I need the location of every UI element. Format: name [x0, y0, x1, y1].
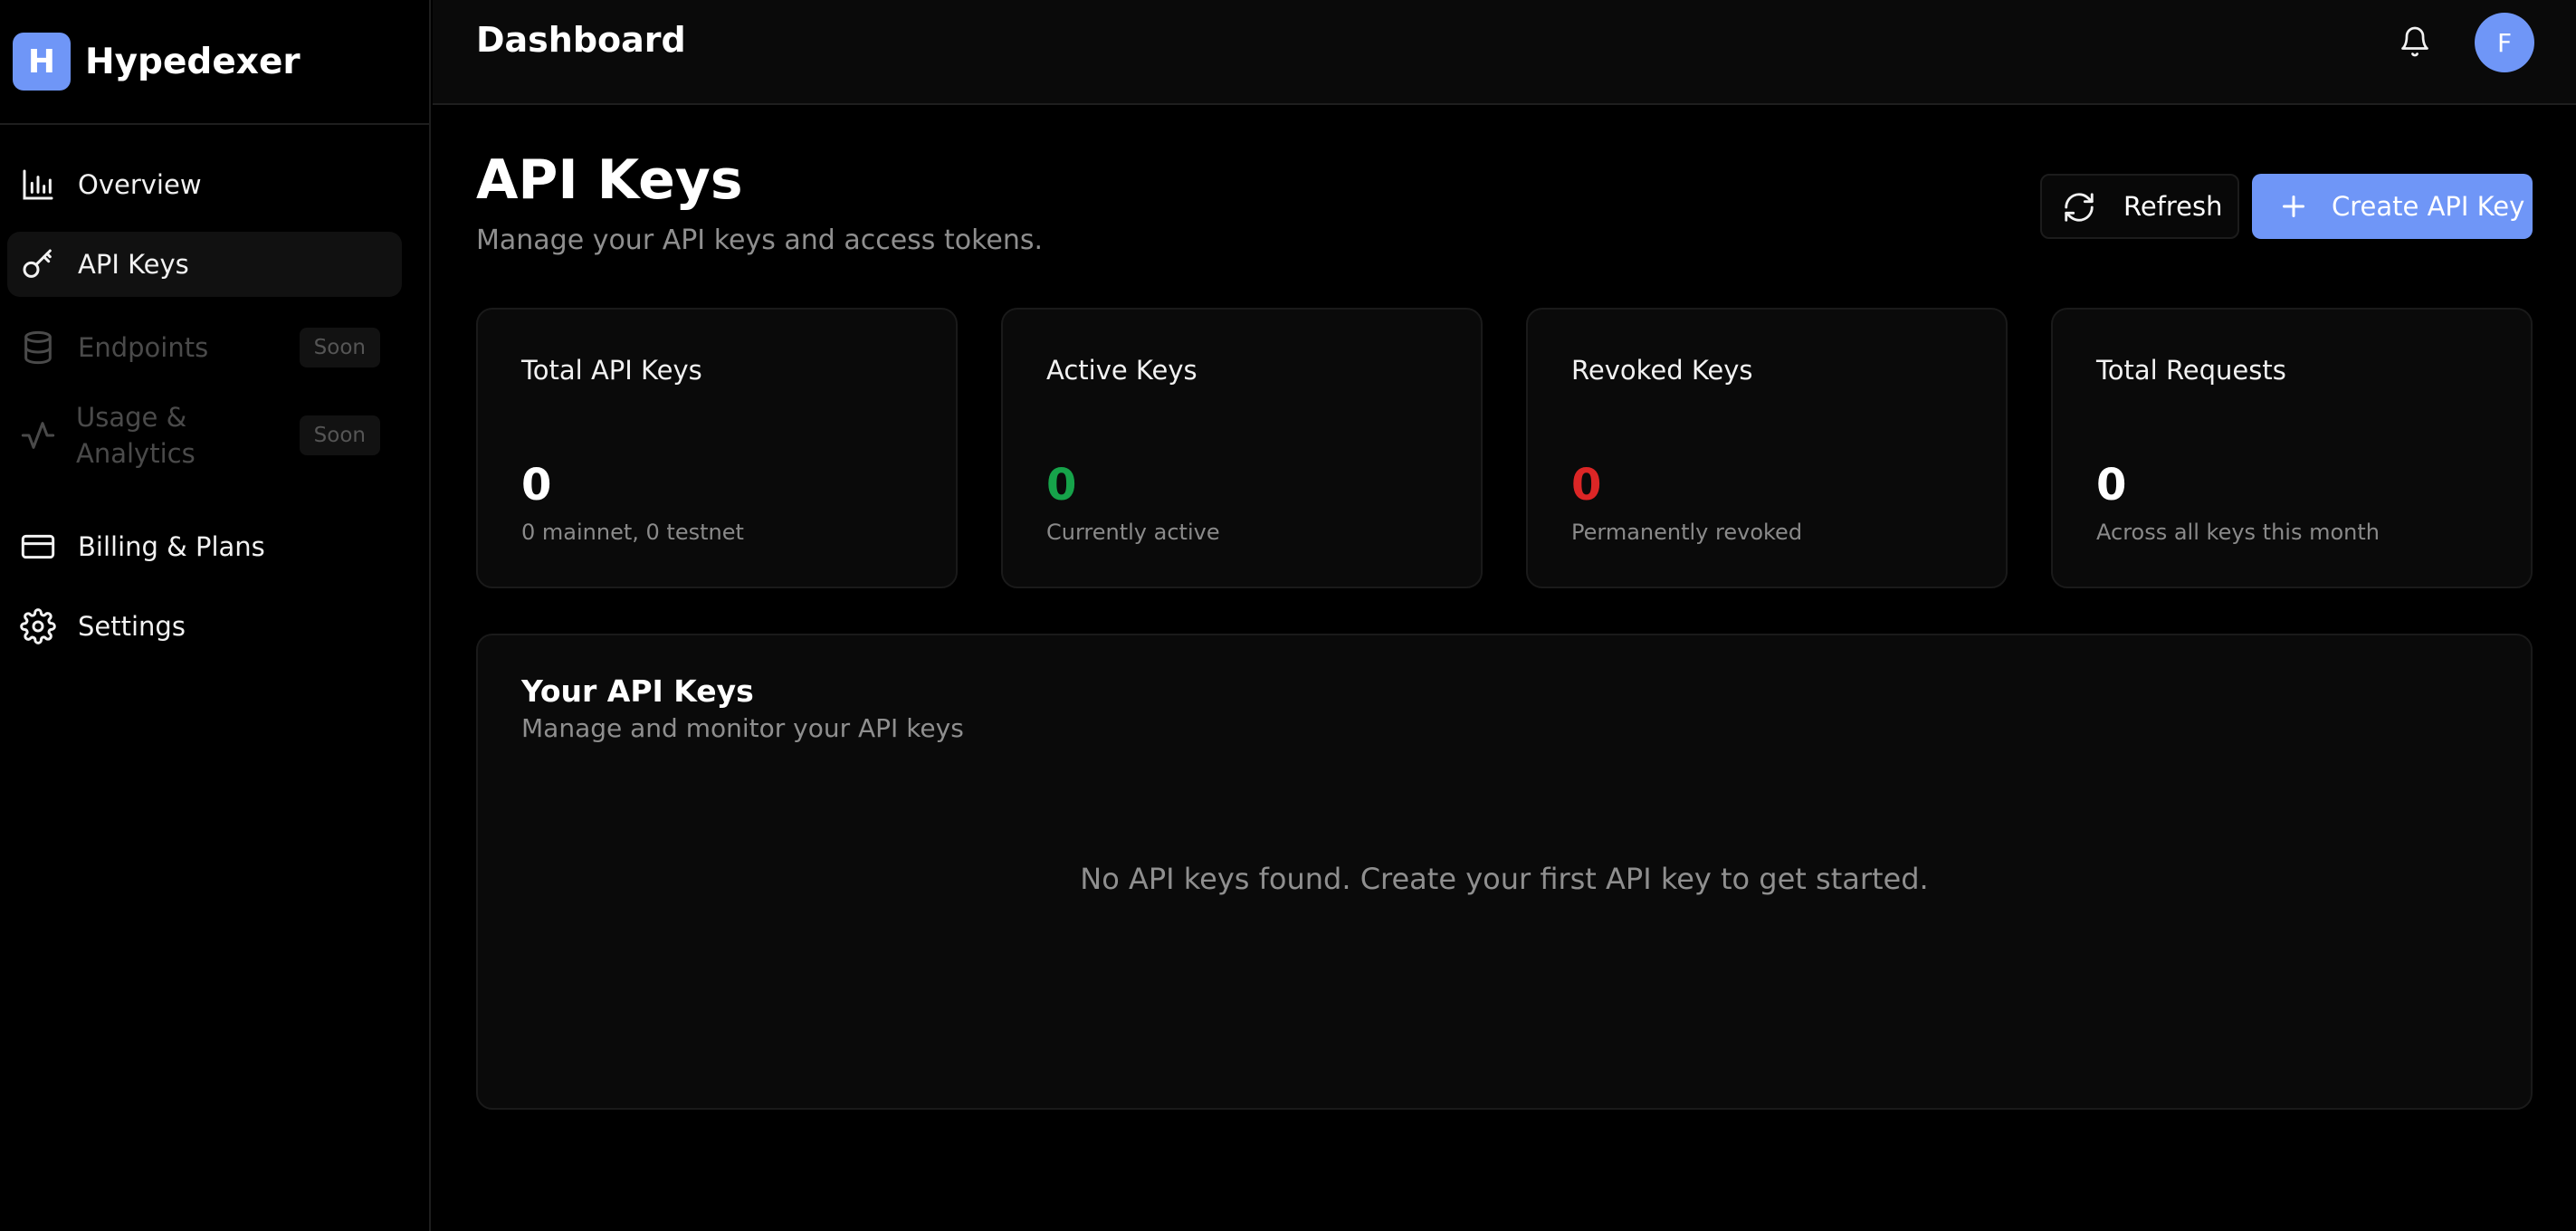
app-root: H Hypedexer Overview API Keys Endpoints …: [0, 0, 2576, 1231]
plus-icon: [2277, 190, 2310, 223]
api-keys-card-subtitle: Manage and monitor your API keys: [521, 713, 964, 743]
stat-card-total-requests: Total Requests 0 Across all keys this mo…: [2051, 308, 2533, 588]
credit-card-icon: [20, 529, 56, 565]
stat-note: Across all keys this month: [2096, 520, 2380, 545]
sidebar-item-label: Endpoints: [78, 332, 209, 363]
stat-card-revoked-keys: Revoked Keys 0 Permanently revoked: [1526, 308, 2008, 588]
stat-note: Currently active: [1046, 520, 1220, 545]
refresh-button[interactable]: Refresh: [2040, 174, 2239, 239]
bar-chart-icon: [20, 167, 56, 203]
label-line-1: Usage &: [76, 402, 187, 433]
stat-card-active-keys: Active Keys 0 Currently active: [1001, 308, 1483, 588]
stat-title: Revoked Keys: [1571, 355, 1753, 386]
database-icon: [20, 329, 56, 366]
sidebar-item-label: Billing & Plans: [78, 531, 265, 562]
gear-icon: [20, 608, 56, 644]
stat-value: 0: [1046, 460, 1077, 511]
soon-badge: Soon: [299, 415, 380, 455]
page-title: API Keys: [476, 148, 743, 212]
avatar[interactable]: F: [2475, 13, 2534, 72]
stat-title: Total API Keys: [521, 355, 702, 386]
stat-note: 0 mainnet, 0 testnet: [521, 520, 744, 545]
activity-icon: [20, 417, 56, 453]
stat-value: 0: [2096, 460, 2127, 511]
stat-title: Active Keys: [1046, 355, 1197, 386]
sidebar-item-endpoints: Endpoints Soon: [7, 315, 402, 380]
label-line-2: Analytics: [76, 438, 196, 469]
bell-icon[interactable]: [2399, 25, 2431, 58]
stat-note: Permanently revoked: [1571, 520, 1803, 545]
empty-state-message: No API keys found. Create your first API…: [1080, 862, 1929, 896]
top-header: Dashboard F: [433, 0, 2576, 105]
sidebar-item-label: API Keys: [78, 249, 189, 280]
create-api-key-button[interactable]: Create API Key: [2252, 174, 2533, 239]
sidebar-item-settings[interactable]: Settings: [7, 594, 402, 659]
sidebar-item-label: Usage & Analytics: [76, 399, 196, 472]
soon-badge: Soon: [299, 328, 380, 367]
sidebar-item-label: Overview: [78, 169, 202, 200]
sidebar-item-billing[interactable]: Billing & Plans: [7, 514, 402, 579]
sidebar-item-label: Settings: [78, 611, 186, 642]
api-keys-card-title: Your API Keys: [521, 673, 754, 709]
stat-title: Total Requests: [2096, 355, 2286, 386]
stat-value: 0: [521, 460, 552, 511]
refresh-label: Refresh: [2123, 191, 2223, 222]
stat-card-total-keys: Total API Keys 0 0 mainnet, 0 testnet: [476, 308, 958, 588]
brand-name: Hypedexer: [85, 41, 301, 82]
header-title: Dashboard: [476, 20, 686, 60]
main-content: API Keys Manage your API keys and access…: [433, 107, 2576, 1231]
page-subtitle: Manage your API keys and access tokens.: [476, 224, 1044, 256]
sidebar-item-usage-analytics: Usage & Analytics Soon: [7, 386, 402, 485]
refresh-icon: [2062, 190, 2096, 224]
sidebar-item-overview[interactable]: Overview: [7, 152, 402, 217]
api-keys-card: Your API Keys Manage and monitor your AP…: [476, 634, 2533, 1110]
key-icon: [20, 246, 56, 282]
create-api-key-label: Create API Key: [2332, 191, 2525, 222]
sidebar: H Hypedexer Overview API Keys Endpoints …: [0, 0, 431, 1231]
stat-value: 0: [1571, 460, 1602, 511]
brand[interactable]: H Hypedexer: [0, 0, 429, 125]
sidebar-item-api-keys[interactable]: API Keys: [7, 232, 402, 297]
brand-logo: H: [13, 33, 71, 91]
